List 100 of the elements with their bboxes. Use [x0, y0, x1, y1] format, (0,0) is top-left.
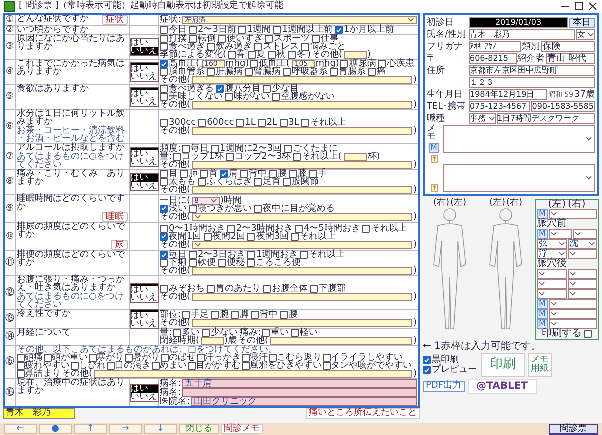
checkbox[interactable]	[240, 170, 248, 178]
checkbox[interactable]	[182, 311, 190, 319]
input-field[interactable]: 1984年12月19日	[469, 89, 548, 100]
checkbox[interactable]	[216, 85, 224, 93]
nav-button[interactable]: ←	[4, 424, 37, 434]
checkbox[interactable]	[173, 152, 182, 160]
answer-option[interactable]: いいえ	[130, 98, 158, 106]
yes-no-selector[interactable]: はい いいえ	[130, 284, 158, 302]
checkbox[interactable]	[283, 68, 291, 76]
pain-notes-link[interactable]: 痛いところ所伝えたいこと	[306, 408, 420, 419]
input-field[interactable]: 075-123-4567	[469, 101, 530, 112]
input-field[interactable]: 京都市左京区田中広野町	[469, 65, 595, 76]
checkbox[interactable]	[189, 26, 197, 34]
checkbox[interactable]	[245, 68, 253, 76]
input-field[interactable]	[182, 388, 417, 397]
dropdown[interactable]	[568, 289, 597, 299]
answer-option[interactable]: いいえ	[130, 158, 158, 166]
input-field[interactable]	[192, 101, 412, 109]
yes-no-selector[interactable]: はい いいえ	[130, 174, 158, 190]
checkbox[interactable]	[71, 362, 79, 370]
answer-option[interactable]: はい	[130, 286, 158, 294]
checkbox[interactable]	[263, 284, 271, 292]
checkbox[interactable]	[160, 170, 168, 178]
checkbox[interactable]	[265, 35, 273, 43]
input-field[interactable]: 保険	[541, 41, 595, 52]
input-field[interactable]: 青山 昭代	[546, 53, 595, 64]
answer-option[interactable]: はい	[130, 384, 158, 392]
checkbox[interactable]	[160, 60, 168, 68]
checkbox[interactable]	[44, 354, 52, 362]
checkbox[interactable]	[254, 204, 262, 212]
input-field[interactable]: 山田クリニック	[191, 397, 417, 406]
answer-option[interactable]: いいえ	[130, 182, 158, 190]
dropdown[interactable]: 事務	[469, 113, 496, 124]
checkbox[interactable]	[160, 232, 168, 240]
checkbox[interactable]	[188, 362, 196, 370]
checkbox[interactable]	[247, 232, 256, 240]
checkbox[interactable]	[273, 26, 282, 34]
checkbox[interactable]	[272, 93, 280, 101]
checkbox[interactable]	[258, 118, 266, 126]
checkbox[interactable]	[180, 170, 188, 178]
memo-marker-button[interactable]: M	[537, 299, 548, 309]
input-field[interactable]	[192, 267, 412, 275]
checkbox[interactable]	[211, 311, 220, 319]
checkbox[interactable]	[242, 362, 250, 370]
memo-textarea[interactable]	[443, 125, 595, 153]
dropdown[interactable]	[537, 279, 566, 289]
checkbox[interactable]	[160, 43, 168, 51]
memo-paper-button[interactable]: メモ用紙	[528, 353, 552, 377]
checkbox[interactable]	[289, 170, 297, 178]
nav-button[interactable]: ●	[39, 424, 72, 434]
checkbox[interactable]	[207, 43, 215, 51]
yes-no-selector[interactable]: はい いいえ	[130, 384, 158, 400]
checkbox[interactable]	[225, 93, 233, 101]
input-field[interactable]	[270, 337, 412, 345]
checkbox[interactable]	[231, 311, 240, 319]
input-field[interactable]: 五十肩	[182, 379, 417, 388]
checkbox[interactable]	[242, 354, 250, 362]
checkbox[interactable]	[584, 330, 592, 338]
checkbox[interactable]	[220, 170, 228, 178]
checkbox[interactable]	[204, 232, 212, 240]
checkbox[interactable]	[218, 35, 226, 43]
checkbox[interactable]	[269, 170, 277, 178]
checkbox[interactable]	[226, 152, 234, 160]
checkbox[interactable]	[268, 51, 276, 59]
yes-no-selector[interactable]: はい いいえ	[130, 310, 158, 328]
input-field[interactable]	[94, 370, 412, 378]
checkbox[interactable]	[334, 26, 343, 34]
input-field[interactable]	[192, 76, 412, 84]
today-button[interactable]: 本日	[569, 18, 595, 28]
pdf-export-button[interactable]: PDF出力	[423, 381, 465, 392]
checkbox[interactable]	[160, 85, 168, 93]
checkbox[interactable]	[160, 284, 168, 292]
category-button[interactable]: 睡眠	[102, 212, 128, 222]
answer-option[interactable]: はい	[130, 90, 158, 98]
checkbox[interactable]	[160, 35, 168, 43]
nav-button[interactable]: ↓	[144, 424, 177, 434]
checkbox[interactable]	[228, 51, 236, 59]
checkbox[interactable]	[197, 354, 205, 362]
dropdown[interactable]	[192, 240, 412, 248]
interview-memo-button[interactable]: 問診メモ	[221, 424, 263, 434]
checkbox[interactable]	[160, 224, 168, 232]
checkbox[interactable]	[423, 356, 431, 364]
answer-option[interactable]: いいえ	[130, 294, 158, 302]
dropdown[interactable]	[537, 269, 566, 279]
dropdown[interactable]	[548, 209, 597, 219]
dropdown[interactable]	[568, 279, 597, 289]
date-field[interactable]: 2019/01/03	[469, 17, 568, 28]
checkbox[interactable]	[323, 362, 331, 370]
input-field[interactable]	[344, 152, 367, 160]
checkbox[interactable]	[236, 118, 244, 126]
checkbox[interactable]	[280, 118, 288, 126]
answer-option[interactable]: はい	[130, 39, 158, 47]
checkbox[interactable]	[202, 329, 210, 337]
input-field[interactable]	[344, 51, 367, 59]
checkbox[interactable]	[254, 178, 262, 186]
checkbox[interactable]	[368, 68, 376, 76]
checkbox[interactable]	[160, 68, 168, 76]
input-field[interactable]	[192, 160, 412, 168]
checkbox[interactable]	[173, 329, 182, 337]
answer-option[interactable]: はい	[130, 150, 158, 158]
